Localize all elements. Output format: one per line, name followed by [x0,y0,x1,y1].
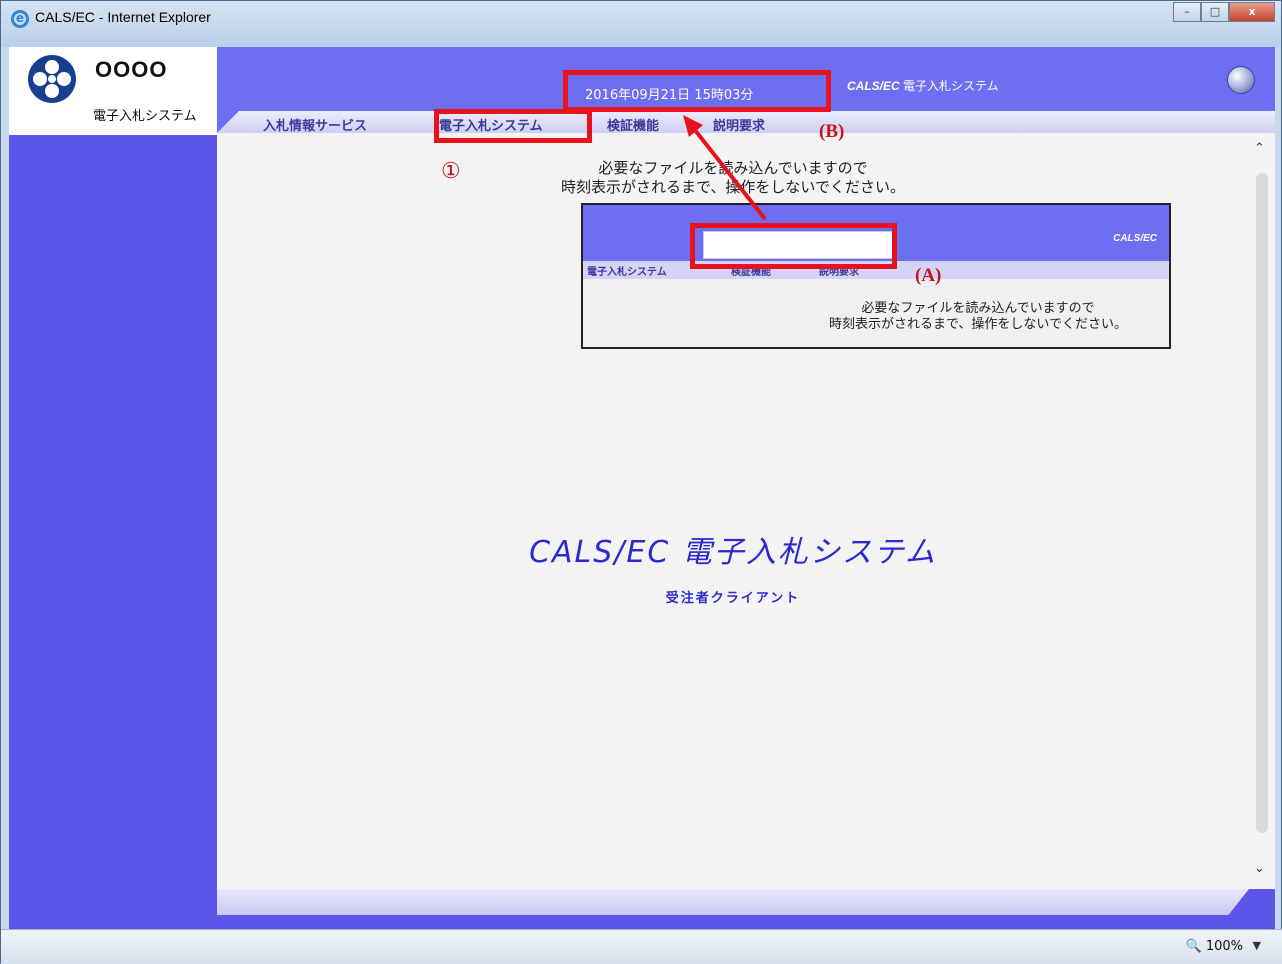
organization-logo-icon [28,55,76,103]
annotation-label-b: (B) [819,121,845,142]
header-brand-en: CALS/EC [847,79,900,93]
annotation-box-datetime [563,70,831,112]
annotation-label-a: (A) [915,265,942,286]
ie-globe-icon [1227,66,1255,94]
footer-strip [217,889,1249,915]
left-pane: OOOO 電子入札システム [9,47,217,929]
annotation-arrow-icon [683,115,767,221]
logo-area: OOOO 電子入札システム [9,47,217,135]
footer-band [217,889,1275,929]
inset-message-line2: 時刻表示がされるまで、操作をしないでください。 [828,317,1128,332]
zoom-level[interactable]: 🔍 100% [1186,939,1244,954]
hero-title: CALS/EC 電子入札システム [529,535,937,570]
organization-name: OOOO [95,57,168,82]
header-brand: CALS/EC 電子入札システム [847,77,999,94]
inset-nav-item-e-bidding: 電子入札システム [587,267,667,278]
zoom-value: 100% [1205,939,1243,954]
hero-subtitle: 受注者クライアント [665,591,801,606]
nav-item-bid-info-service[interactable]: 入札情報サービス [263,115,367,134]
close-button[interactable]: x [1229,2,1275,22]
internet-explorer-icon: e [11,10,29,28]
header-brand-jp: 電子入札システム [903,79,999,93]
scroll-down-icon[interactable]: ⌄ [1254,861,1265,876]
annotation-circle-one: ① [441,159,461,184]
vertical-scrollbar[interactable]: ⌃ ⌄ [1249,133,1275,889]
maximize-button[interactable]: □ [1201,2,1229,22]
annotation-box-nav [434,109,592,143]
scroll-up-icon[interactable]: ⌃ [1254,141,1265,156]
page-content: OOOO 電子入札システム 2016年09月21日 15時03分 CALS/EC… [9,47,1275,929]
window-title: CALS/EC - Internet Explorer [35,9,211,25]
minimize-button[interactable]: – [1173,2,1201,22]
logo-subtitle: 電子入札システム [93,109,197,124]
status-bar: 🔍 100% ▼ [1,929,1282,964]
title-bar: e CALS/EC - Internet Explorer – □ x [1,1,1281,47]
window-controls: – □ x [1173,2,1275,22]
inset-brand: CALS/EC [1113,233,1157,244]
zoom-dropdown-icon[interactable]: ▼ [1253,939,1261,952]
nav-item-verification[interactable]: 検証機能 [607,115,659,134]
browser-window: e CALS/EC - Internet Explorer – □ x OOOO… [0,0,1282,964]
scroll-thumb[interactable] [1256,173,1268,833]
